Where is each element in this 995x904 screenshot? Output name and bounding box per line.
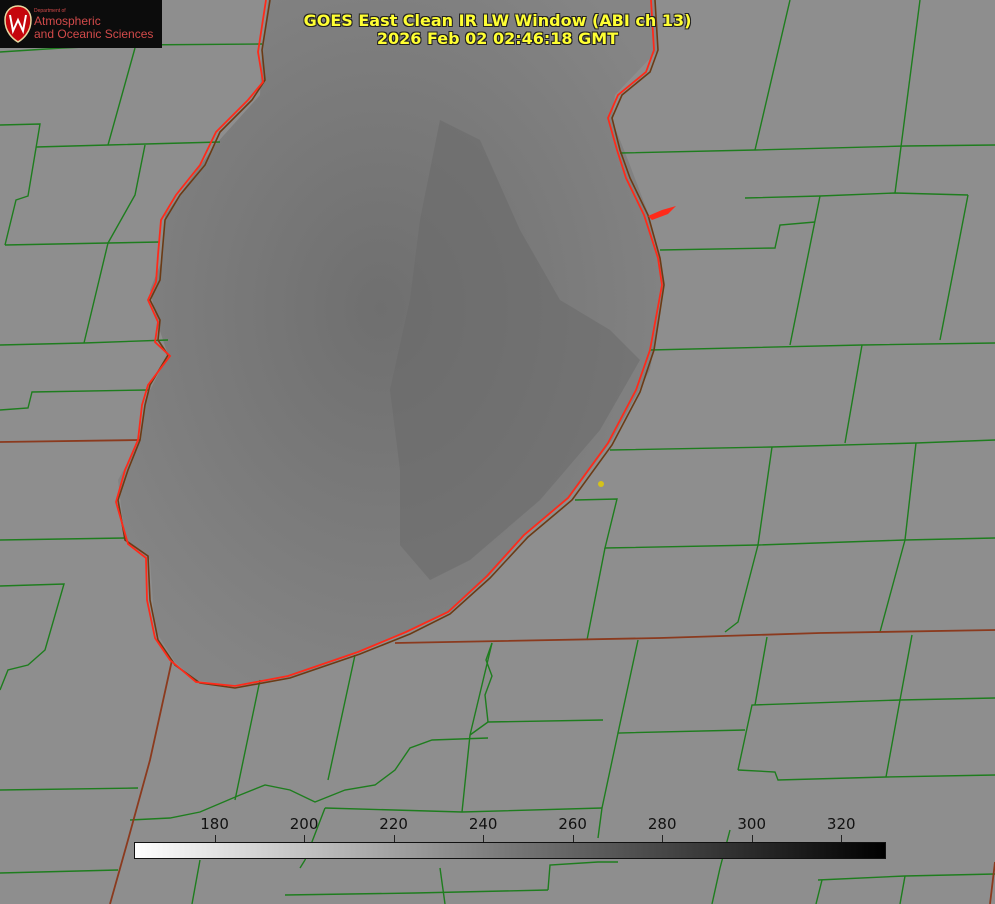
colorbar-tick-label: 260 <box>558 815 587 833</box>
colorbar-tick <box>572 835 574 842</box>
colorbar-tick <box>393 835 395 842</box>
colorbar-tick <box>214 835 216 842</box>
colorbar-tick <box>483 835 485 842</box>
location-marker <box>598 481 604 487</box>
colorbar-tick-label: 320 <box>826 815 856 833</box>
map-layers <box>0 0 995 904</box>
colorbar-tick <box>751 835 753 842</box>
colorbar-tick-label: 300 <box>737 815 767 833</box>
colorbar-tick-label: 220 <box>379 815 408 833</box>
colorbar-tick-label: 200 <box>289 815 319 833</box>
satellite-map[interactable]: Department of Atmospheric and Oceanic Sc… <box>0 0 995 904</box>
colorbar-tick-label: 180 <box>200 815 229 833</box>
image-timestamp: 2026 Feb 02 02:46:18 GMT <box>376 29 619 48</box>
colorbar-tick-label: 240 <box>468 815 498 833</box>
colorbar-tick <box>841 835 843 842</box>
image-title: GOES East Clean IR LW Window (ABI ch 13) <box>303 11 692 30</box>
colorbar-tick-label: 280 <box>647 815 677 833</box>
colorbar-gradient <box>134 842 886 859</box>
colorbar-tick <box>662 835 664 842</box>
colorbar-tick <box>304 835 306 842</box>
